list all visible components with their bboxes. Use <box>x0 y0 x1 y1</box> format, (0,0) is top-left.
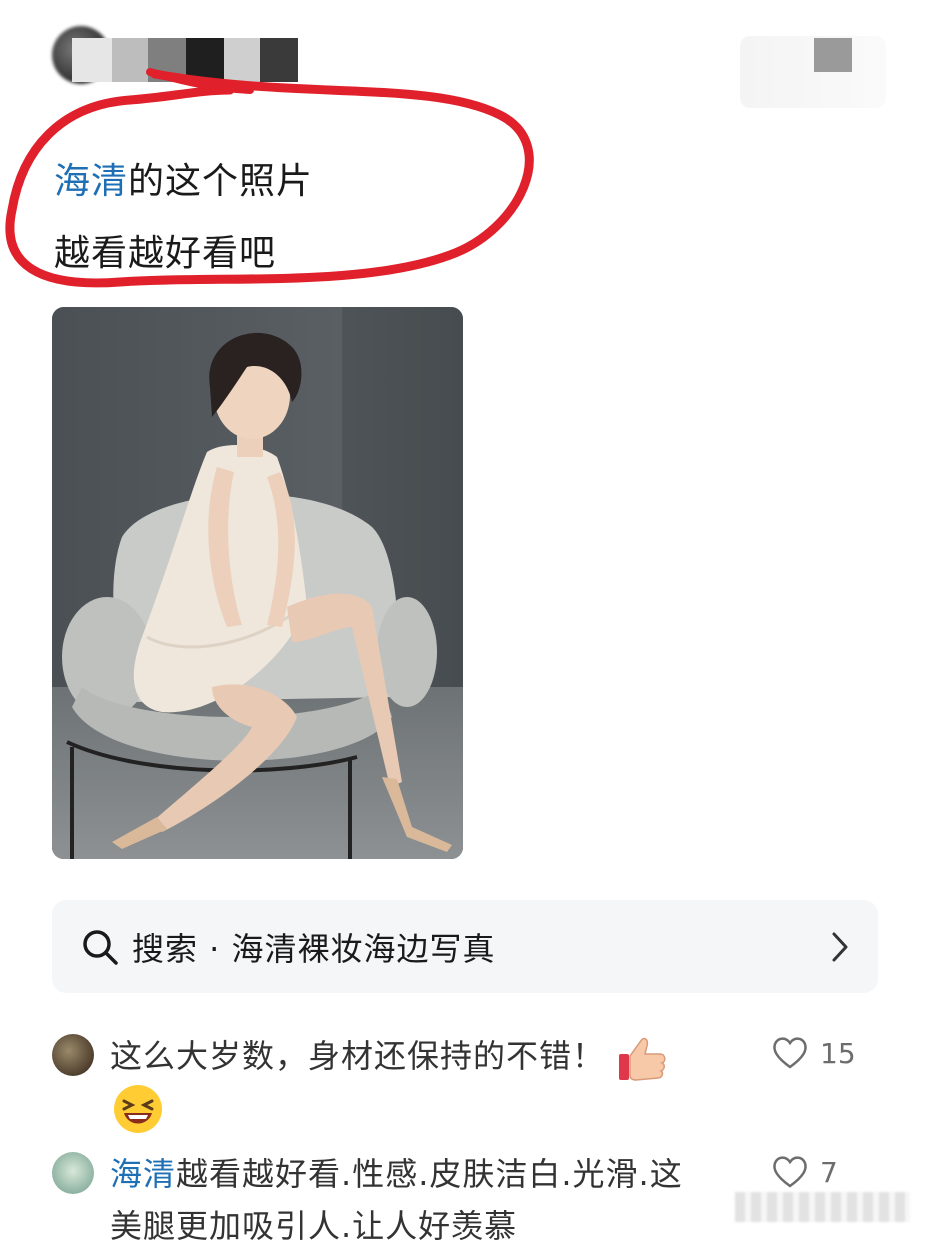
chevron-right-icon <box>832 932 848 962</box>
like-count: 15 <box>820 1036 856 1070</box>
post-text-line-2: 越看越好看吧 <box>54 233 277 274</box>
photo-illustration <box>52 307 463 859</box>
comment-like-button[interactable]: 15 <box>772 1036 856 1070</box>
post-text-rest: 的这个照片 <box>128 161 314 202</box>
heart-icon <box>773 1037 807 1069</box>
comment-text: 这么大岁数，身材还保持的不错！ <box>110 1030 668 1084</box>
comment-text: 海清越看越好看.性感.皮肤洁白.光滑.这 <box>110 1148 730 1200</box>
heart-icon <box>773 1156 807 1188</box>
watermark-blur <box>735 1192 910 1222</box>
thumbs-up-emoji-icon <box>619 1037 666 1081</box>
comment-avatar[interactable] <box>52 1152 94 1194</box>
follow-button[interactable] <box>740 36 886 108</box>
search-icon <box>83 929 118 965</box>
comment-avatar[interactable] <box>52 1034 94 1076</box>
search-suggestion-text: 搜索 · 海清裸妆海边写真 <box>132 929 496 968</box>
topic-link[interactable]: 海清 <box>54 161 128 202</box>
comment-body: 越看越好看.性感.皮肤洁白.光滑.这 <box>176 1155 683 1193</box>
laughing-emoji-icon <box>114 1085 162 1133</box>
post-photo[interactable] <box>52 307 463 859</box>
comment-author-link[interactable]: 海清 <box>110 1155 176 1193</box>
related-search-bar[interactable]: 搜索 · 海清裸妆海边写真 <box>52 900 878 993</box>
comment-body: 这么大岁数，身材还保持的不错！ <box>110 1037 606 1075</box>
comment-like-button[interactable]: 7 <box>772 1155 838 1189</box>
post-text-line-1: 海清的这个照片 <box>54 158 313 206</box>
comment-text-line-2: 美腿更加吸引人.让人好羡慕 <box>110 1207 518 1245</box>
like-count: 7 <box>820 1155 838 1189</box>
